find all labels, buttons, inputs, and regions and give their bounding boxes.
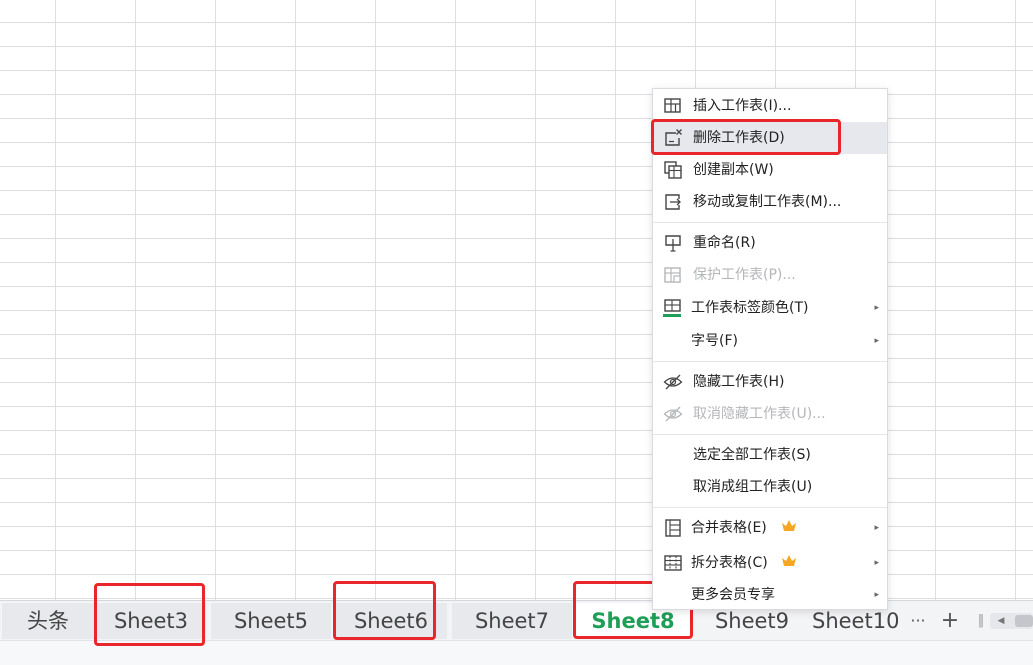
more-sheets-icon[interactable]: ··· [902, 603, 934, 639]
menu-item-label: 移动或复制工作表(M)... [693, 194, 842, 210]
sheet-tab-sheet5[interactable]: Sheet5 [211, 603, 331, 639]
menu-item-label: 保护工作表(P)... [693, 267, 796, 283]
sheet-tab-sheet7[interactable]: Sheet7 [452, 603, 572, 639]
rename-icon [665, 235, 681, 252]
menu-rename[interactable]: 重命名(R) [653, 227, 887, 259]
scroll-left-icon[interactable]: ◀ [994, 613, 1008, 629]
menu-font-size[interactable]: 字号(F) ▸ [653, 325, 887, 357]
tab-splitter-handle[interactable]: ‖ [974, 603, 988, 639]
tab-color-swatch [663, 314, 681, 317]
spreadsheet-window: 头条 Sheet3 Sheet5 Sheet6 Sheet7 Sheet8 Sh… [0, 0, 1033, 665]
submenu-arrow-icon: ▸ [874, 590, 879, 600]
scrollbar-thumb[interactable] [1015, 615, 1033, 627]
menu-separator [653, 507, 887, 508]
add-sheet-button[interactable]: + [936, 603, 964, 639]
protect-sheet-icon [664, 267, 681, 283]
menu-item-label: 取消隐藏工作表(U)... [693, 406, 826, 422]
menu-item-label: 取消成组工作表(U) [693, 479, 813, 495]
crown-icon [782, 520, 796, 531]
delete-sheet-icon [665, 129, 682, 146]
menu-item-label: 插入工作表(I)... [693, 98, 792, 114]
menu-hide-sheet[interactable]: 隐藏工作表(H) [653, 366, 887, 398]
hide-eye-icon [663, 374, 683, 390]
menu-move-copy-sheet[interactable]: 移动或复制工作表(M)... [653, 186, 887, 218]
menu-item-label: 创建副本(W) [693, 162, 774, 178]
submenu-arrow-icon: ▸ [874, 558, 879, 568]
insert-sheet-icon [664, 98, 681, 113]
menu-protect-sheet[interactable]: 保护工作表(P)... [653, 259, 887, 291]
menu-item-label: 合并表格(E) [691, 520, 767, 536]
menu-merge-tables[interactable]: 合并表格(E) ▸ [653, 512, 887, 544]
submenu-arrow-icon: ▸ [874, 523, 879, 533]
menu-split-table[interactable]: 拆分表格(C) ▸ [653, 547, 887, 579]
menu-separator [653, 361, 887, 362]
menu-create-copy[interactable]: 创建副本(W) [653, 154, 887, 186]
menu-select-all-sheets[interactable]: 选定全部工作表(S) [653, 439, 887, 471]
submenu-arrow-icon: ▸ [874, 336, 879, 346]
crown-icon [782, 555, 796, 566]
menu-item-label: 选定全部工作表(S) [693, 447, 811, 463]
sheet-tab-toutiao[interactable]: 头条 [2, 603, 94, 639]
menu-item-label: 隐藏工作表(H) [693, 374, 785, 390]
split-table-icon [664, 555, 682, 571]
copy-sheet-icon [664, 161, 682, 179]
menu-item-label: 字号(F) [691, 333, 738, 349]
submenu-arrow-icon: ▸ [874, 303, 879, 313]
sheet-tab-sheet6[interactable]: Sheet6 [335, 603, 447, 639]
menu-ungroup-sheets[interactable]: 取消成组工作表(U) [653, 471, 887, 503]
menu-delete-sheet[interactable]: 删除工作表(D) [653, 122, 887, 154]
unhide-eye-icon [663, 406, 683, 422]
menu-separator [653, 222, 887, 223]
move-sheet-icon [665, 194, 681, 210]
menu-separator [653, 434, 887, 435]
status-bar [0, 640, 1033, 665]
menu-tab-color[interactable]: 工作表标签颜色(T) ▸ [653, 292, 887, 324]
menu-item-label: 重命名(R) [693, 235, 756, 251]
menu-more-member-features[interactable]: 更多会员专享 ▸ [653, 579, 887, 611]
menu-insert-sheet[interactable]: 插入工作表(I)... [653, 90, 887, 122]
menu-unhide-sheet[interactable]: 取消隐藏工作表(U)... [653, 398, 887, 430]
menu-item-label: 工作表标签颜色(T) [691, 300, 809, 316]
menu-item-label: 拆分表格(C) [691, 555, 768, 571]
merge-tables-icon [665, 519, 681, 537]
menu-item-label: 删除工作表(D) [693, 130, 785, 146]
menu-item-label: 更多会员专享 [691, 587, 775, 603]
sheet-context-menu: 插入工作表(I)... 删除工作表(D) 创建副本(W) 移动或复制工作表(M)… [652, 88, 888, 610]
sheet-tab-sheet3[interactable]: Sheet3 [96, 603, 206, 639]
